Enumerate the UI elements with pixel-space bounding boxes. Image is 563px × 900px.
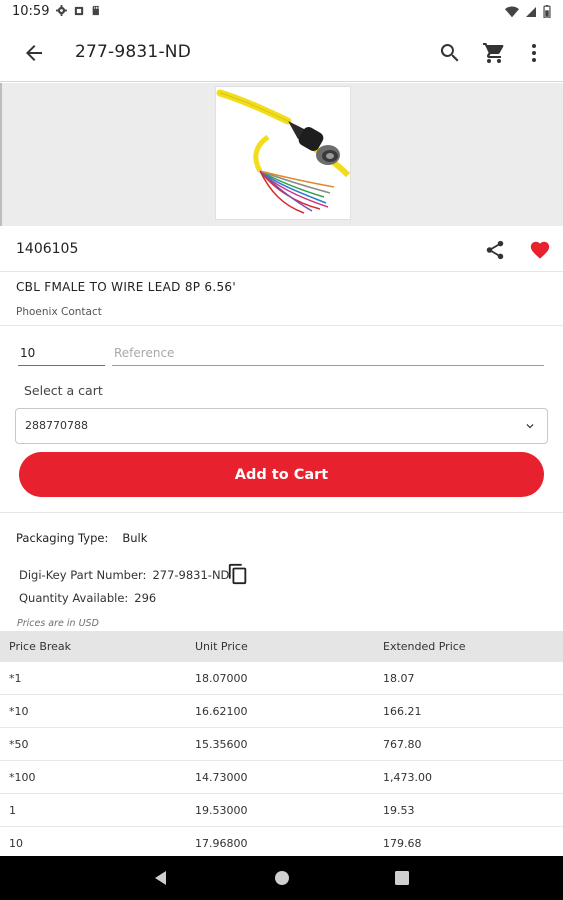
page-title: 277-9831-ND [75, 42, 191, 62]
price-break-cell: *1 [9, 671, 22, 685]
nav-back-button[interactable] [152, 869, 170, 887]
status-system-icons [505, 5, 551, 18]
heart-icon [530, 241, 550, 259]
search-icon [440, 44, 459, 62]
divider [0, 512, 563, 513]
price-table: Price Break Unit Price Extended Price *1… [0, 631, 563, 860]
product-description-block: CBL FMALE TO WIRE LEAD 8P 6.56' Phoenix … [0, 272, 563, 326]
product-image[interactable] [215, 86, 351, 220]
notification-box-icon [74, 6, 84, 15]
table-row: 1 19.53000 19.53 [0, 794, 563, 827]
table-header: Price Break Unit Price Extended Price [0, 631, 563, 662]
manufacturer-part-number: 1406105 [16, 241, 79, 257]
unit-price-cell: 19.53000 [195, 803, 248, 817]
extended-price-cell: 19.53 [383, 803, 415, 817]
part-number-row: 1406105 [0, 227, 563, 272]
search-button[interactable] [438, 41, 462, 65]
arrow-back-icon [26, 45, 42, 61]
chevron-down-icon [526, 424, 534, 429]
select-cart-label: Select a cart [24, 383, 103, 398]
quantity-input[interactable] [18, 341, 105, 366]
header-price-break: Price Break [9, 640, 72, 653]
unit-price-cell: 14.73000 [195, 770, 248, 784]
price-break-cell: *10 [9, 704, 29, 718]
price-break-cell: *50 [9, 737, 29, 751]
digikey-part-number-label: Digi-Key Part Number: [19, 568, 147, 582]
wifi-icon [505, 5, 519, 17]
table-row: *10 16.62100 166.21 [0, 695, 563, 728]
copy-icon [228, 563, 247, 585]
settings-gear-icon [56, 5, 67, 16]
digikey-part-number-row: Digi-Key Part Number: 277-9831-ND [19, 568, 229, 582]
quantity-available-value: 296 [134, 591, 157, 605]
extended-price-cell: 166.21 [383, 704, 422, 718]
packaging-type-row: Packaging Type: Bulk [16, 531, 147, 545]
table-row: *50 15.35600 767.80 [0, 728, 563, 761]
status-notification-icons [56, 5, 101, 16]
nav-back-triangle-icon [155, 871, 166, 885]
app-bar: 277-9831-ND [0, 24, 563, 82]
copy-part-number-button[interactable] [227, 563, 249, 585]
share-button[interactable] [484, 239, 506, 261]
product-description: CBL FMALE TO WIRE LEAD 8P 6.56' [16, 280, 236, 294]
price-break-cell: 1 [9, 803, 16, 817]
quantity-available-row: Quantity Available: 296 [19, 591, 156, 605]
nav-recents-button[interactable] [393, 869, 411, 887]
signal-icon [526, 6, 536, 17]
selected-cart-value: 288770788 [25, 419, 88, 432]
packaging-type-value: Bulk [122, 531, 148, 545]
cart-select-dropdown[interactable]: 288770788 [15, 408, 548, 444]
back-button[interactable] [22, 41, 46, 65]
packaging-type-label: Packaging Type: [16, 531, 109, 545]
status-bar: 10:59 [0, 0, 563, 24]
header-unit-price: Unit Price [195, 640, 248, 653]
price-break-cell: 10 [9, 836, 23, 850]
sd-card-icon [92, 5, 99, 16]
unit-price-cell: 17.96800 [195, 836, 248, 850]
nav-home-button[interactable] [273, 869, 291, 887]
status-time: 10:59 [12, 4, 50, 19]
extended-price-cell: 767.80 [383, 737, 422, 751]
unit-price-cell: 15.35600 [195, 737, 248, 751]
more-vert-icon [532, 44, 536, 62]
quantity-available-label: Quantity Available: [19, 591, 129, 605]
cart-button[interactable] [482, 41, 506, 65]
share-icon [486, 240, 504, 260]
more-options-button[interactable] [522, 41, 546, 65]
table-row: *100 14.73000 1,473.00 [0, 761, 563, 794]
favorite-button[interactable] [529, 239, 551, 261]
extended-price-cell: 1,473.00 [383, 770, 432, 784]
cart-icon [483, 43, 504, 63]
currency-note: Prices are in USD [17, 618, 99, 629]
unit-price-cell: 16.62100 [195, 704, 248, 718]
extended-price-cell: 18.07 [383, 671, 415, 685]
system-navigation-bar [0, 856, 563, 900]
nav-home-circle-icon [275, 871, 289, 885]
reference-input[interactable] [112, 341, 544, 366]
extended-price-cell: 179.68 [383, 836, 422, 850]
table-row: *1 18.07000 18.07 [0, 662, 563, 695]
add-to-cart-button[interactable]: Add to Cart [19, 452, 544, 497]
product-image-area [0, 83, 563, 226]
cable-illustration [216, 89, 351, 214]
digikey-part-number-value: 277-9831-ND [152, 568, 230, 582]
battery-icon [543, 5, 551, 18]
header-extended-price: Extended Price [383, 640, 466, 653]
nav-recents-square-icon [395, 871, 409, 885]
unit-price-cell: 18.07000 [195, 671, 248, 685]
manufacturer-name: Phoenix Contact [16, 306, 102, 318]
price-break-cell: *100 [9, 770, 36, 784]
